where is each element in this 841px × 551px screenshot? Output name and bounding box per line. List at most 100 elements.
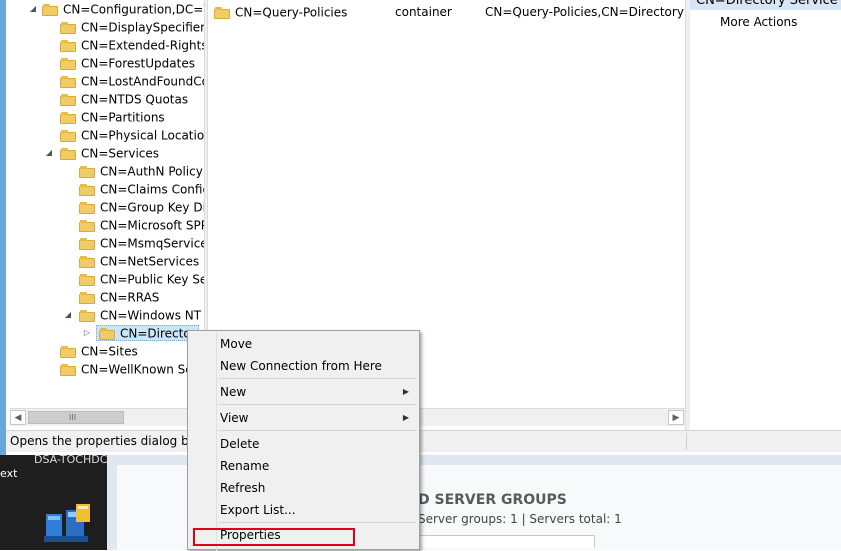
tree-item-configuration[interactable]: ◢ CN=Configuration,DC=Wi — [24, 0, 204, 18]
tree-item-windows-nt[interactable]: ◢ CN=Windows NT — [61, 306, 201, 324]
highlight-annotation — [193, 528, 355, 546]
scroll-left-button[interactable]: ◀ — [10, 410, 26, 425]
status-bar: Opens the properties dialog box f — [6, 430, 841, 452]
server-groups-summary: Server groups: 1 | Servers total: 1 — [418, 512, 622, 526]
tree-item-label: CN=Sites — [81, 344, 138, 359]
tree-item-public-key-services[interactable]: CN=Public Key Serv — [79, 270, 204, 288]
more-actions-link[interactable]: More Actions — [720, 15, 797, 29]
tree-item-label: CN=Group Key Dist — [100, 200, 204, 215]
tree-item-lostandfound[interactable]: CN=LostAndFoundCor — [60, 72, 204, 90]
menu-separator — [218, 378, 416, 379]
scrollbar-thumb[interactable]: III — [28, 411, 124, 424]
menu-item-new-connection[interactable]: New Connection from Here — [220, 355, 382, 377]
tree-pane[interactable]: ◢ CN=Configuration,DC=Wi CN=DisplaySpeci… — [6, 0, 204, 408]
expand-arrow-icon[interactable]: ◢ — [63, 306, 73, 324]
desktop-label: ext — [0, 467, 18, 480]
context-menu: Move New Connection from Here New ▶ View… — [187, 330, 420, 551]
submenu-arrow-icon: ▶ — [402, 413, 409, 422]
tree-item-label: CN=NTDS Quotas — [81, 92, 189, 107]
folder-icon — [60, 21, 76, 34]
folder-icon — [60, 93, 76, 106]
tree-item-physical-locations[interactable]: CN=Physical Locations — [60, 126, 204, 144]
menu-item-export-list[interactable]: Export List... — [220, 499, 296, 521]
tree-horizontal-scrollbar[interactable]: ◀ III — [10, 408, 203, 426]
list-cell-name: CN=Query-Policies — [235, 5, 348, 20]
actions-pane: CN=Directory Service More Actions — [690, 0, 841, 430]
tree-item-wellknown-security[interactable]: CN=WellKnown Sec — [60, 360, 199, 378]
list-cell-type: container — [395, 5, 452, 19]
actions-header[interactable]: CN=Directory Service — [690, 0, 841, 10]
tree-item-label: CN=Services — [81, 146, 160, 161]
tree-item-label: CN=Director — [120, 326, 196, 341]
menu-item-view[interactable]: View — [220, 407, 410, 429]
menu-item-new[interactable]: New — [220, 381, 410, 403]
tree-item-rras[interactable]: CN=RRAS — [79, 288, 159, 306]
menu-gutter — [216, 331, 217, 551]
tree-item-label: CN=WellKnown Sec — [81, 362, 200, 377]
folder-icon — [99, 327, 115, 340]
scroll-right-button[interactable]: ▶ — [668, 410, 684, 425]
tree-item-label: CN=LostAndFoundCor — [81, 74, 204, 89]
expand-arrow-icon[interactable]: ◢ — [28, 0, 38, 18]
tree-item-label: CN=Windows NT — [100, 308, 202, 323]
tree-item-netservices[interactable]: CN=NetServices — [79, 252, 199, 270]
tree-item-group-key-distribution[interactable]: CN=Group Key Dist — [79, 198, 204, 216]
tree-item-label: CN=Partitions — [81, 110, 165, 125]
status-separator — [686, 433, 687, 450]
tree-item-label: CN=DisplaySpecifiers — [81, 20, 204, 35]
folder-icon — [79, 255, 95, 268]
network-computers-icon[interactable] — [42, 502, 94, 550]
tree-item-ntds-quotas[interactable]: CN=NTDS Quotas — [60, 90, 188, 108]
tree-item-label: CN=Public Key Serv — [100, 272, 204, 287]
menu-item-label: New — [220, 385, 247, 399]
menu-item-move[interactable]: Move — [220, 333, 252, 355]
menu-item-delete[interactable]: Delete — [220, 433, 259, 455]
tree-item-label: CN=NetServices — [100, 254, 200, 269]
menu-separator — [218, 404, 416, 405]
tree-item-claims-configuration[interactable]: CN=Claims Configu — [79, 180, 204, 198]
tree-item-authn-policy[interactable]: CN=AuthN Policy C — [79, 162, 204, 180]
tree-item-msmqservices[interactable]: CN=MsmqServices — [79, 234, 204, 252]
folder-icon — [60, 75, 76, 88]
folder-icon — [79, 165, 95, 178]
server-tile[interactable] — [403, 535, 595, 548]
tree-item-label: CN=ForestUpdates — [81, 56, 195, 71]
tree-item-partitions[interactable]: CN=Partitions — [60, 108, 165, 126]
list-row[interactable]: CN=Query-Policies — [214, 3, 347, 21]
tree-item-label: CN=Claims Configu — [100, 182, 204, 197]
tree-item-directory-service[interactable]: ▷ CN=Director — [82, 324, 199, 342]
tree-item-microsoft-spp[interactable]: CN=Microsoft SPP — [79, 216, 204, 234]
menu-item-refresh[interactable]: Refresh — [220, 477, 265, 499]
folder-icon — [79, 183, 95, 196]
folder-icon — [60, 363, 76, 376]
menu-separator — [218, 430, 416, 431]
tree-item-sites[interactable]: CN=Sites — [60, 342, 138, 360]
expand-arrow-icon[interactable]: ◢ — [44, 144, 54, 162]
menu-item-rename[interactable]: Rename — [220, 455, 269, 477]
folder-icon — [60, 111, 76, 124]
tree-item-services[interactable]: ◢ CN=Services — [42, 144, 159, 162]
collapse-arrow-icon[interactable]: ▷ — [82, 324, 92, 342]
tree-item-label: CN=AuthN Policy C — [100, 164, 204, 179]
folder-icon — [42, 3, 58, 16]
folder-icon — [79, 219, 95, 232]
tree-item-label: CN=Microsoft SPP — [100, 218, 204, 233]
folder-icon — [79, 201, 95, 214]
tree-item-extended-rights[interactable]: CN=Extended-Rights — [60, 36, 204, 54]
list-cell-dn: CN=Query-Policies,CN=Directory Ser — [485, 5, 685, 19]
folder-icon — [79, 237, 95, 250]
folder-icon — [214, 6, 230, 19]
tree-item-forestupdates[interactable]: CN=ForestUpdates — [60, 54, 195, 72]
menu-separator — [218, 522, 416, 523]
tree-item-displayspecifiers[interactable]: CN=DisplaySpecifiers — [60, 18, 204, 36]
folder-icon — [60, 39, 76, 52]
tree-item-label: CN=MsmqServices — [100, 236, 204, 251]
folder-icon — [79, 273, 95, 286]
tree-item-label: CN=Extended-Rights — [81, 38, 204, 53]
desktop-background: DSA-TOCHDC ext — [0, 453, 107, 550]
actions-header-label: CN=Directory Service — [696, 0, 838, 8]
tree-item-label: CN=Physical Locations — [81, 128, 204, 143]
submenu-arrow-icon: ▶ — [402, 387, 409, 396]
tree-item-label: CN=Configuration,DC=Wi — [63, 2, 204, 17]
menu-item-label: View — [220, 411, 249, 425]
